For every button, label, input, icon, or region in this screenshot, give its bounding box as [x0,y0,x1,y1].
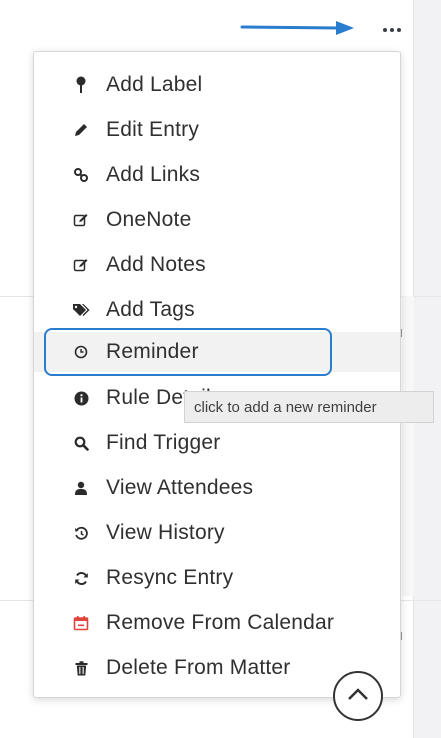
menu-item-add-label[interactable]: Add Label [34,65,400,105]
menu-item-label: Add Notes [106,253,206,276]
edit-note-icon [72,211,90,229]
menu-item-label: Find Trigger [106,431,221,454]
user-icon [72,479,90,497]
link-icon [72,166,90,184]
dot [390,28,394,32]
menu-item-find-trigger[interactable]: Find Trigger [34,423,400,463]
menu-item-resync-entry[interactable]: Resync Entry [34,558,400,598]
right-scroll-track [413,0,441,738]
chevron-up-icon [348,688,368,700]
more-options-button[interactable] [378,22,406,38]
clock-icon [72,343,90,361]
menu-item-label: Add Label [106,73,203,96]
menu-item-label: Resync Entry [106,566,234,589]
menu-item-label: View Attendees [106,476,254,499]
menu-item-label: Add Tags [106,298,195,321]
menu-item-label: View History [106,521,225,544]
history-icon [72,524,90,542]
menu-item-add-notes[interactable]: Add Notes [34,245,400,285]
menu-item-label: Remove From Calendar [106,611,335,634]
dot [383,28,387,32]
menu-item-add-links[interactable]: Add Links [34,155,400,195]
reminder-tooltip: click to add a new reminder [184,391,434,423]
menu-item-label: Delete From Matter [106,656,291,679]
trash-icon [72,659,90,677]
refresh-icon [72,569,90,587]
menu-item-label: Reminder [106,340,199,363]
menu-item-edit-entry[interactable]: Edit Entry [34,110,400,150]
background-panel [402,296,414,596]
pin-icon [72,76,90,94]
collapse-button[interactable] [333,671,383,721]
menu-item-view-history[interactable]: View History [34,513,400,553]
actions-menu: Add Label Edit Entry Add Links OneNote A… [33,51,401,698]
search-icon [72,434,90,452]
tags-icon [72,301,90,319]
menu-item-reminder[interactable]: Reminder [34,332,400,372]
menu-item-label: Add Links [106,163,201,186]
calendar-remove-icon [72,614,90,632]
edit-note-icon [72,256,90,274]
menu-item-remove-from-calendar[interactable]: Remove From Calendar [34,603,400,643]
info-icon [72,389,90,407]
menu-item-add-tags[interactable]: Add Tags [34,290,400,330]
dot [397,28,401,32]
menu-item-onenote[interactable]: OneNote [34,200,400,240]
menu-item-label: Edit Entry [106,118,200,141]
pencil-icon [72,121,90,139]
menu-item-view-attendees[interactable]: View Attendees [34,468,400,508]
menu-item-label: OneNote [106,208,192,231]
annotation-arrow [240,21,354,35]
